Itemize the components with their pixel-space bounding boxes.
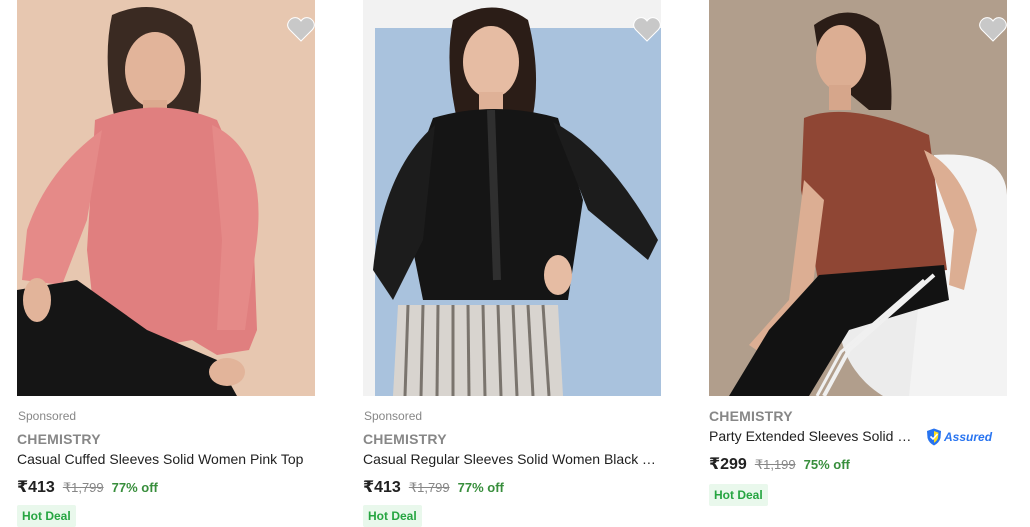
product-card[interactable]: Sponsored CHEMISTRY Casual Regular Sleev… <box>363 0 663 527</box>
original-price: ₹1,799 <box>408 480 450 495</box>
product-title[interactable]: Casual Cuffed Sleeves Solid Women Pink T… <box>17 451 303 467</box>
wishlist-button[interactable] <box>979 16 1007 42</box>
heart-icon <box>287 17 315 42</box>
price-row: ₹413 ₹1,799 77% off <box>17 477 158 497</box>
product-title[interactable]: Casual Regular Sleeves Solid Women Black… <box>363 451 659 467</box>
heart-icon <box>633 17 661 42</box>
selling-price: ₹299 <box>709 456 747 473</box>
product-grid: Sponsored CHEMISTRY Casual Cuffed Sleeve… <box>0 0 1030 527</box>
discount-badge: 77% off <box>457 480 504 495</box>
hot-deal-badge: Hot Deal <box>709 484 768 506</box>
original-price: ₹1,199 <box>754 457 796 472</box>
hot-deal-badge: Hot Deal <box>363 505 422 527</box>
price-row: ₹413 ₹1,799 77% off <box>363 477 504 497</box>
product-image-black-top[interactable] <box>363 0 661 396</box>
hot-deal-badge: Hot Deal <box>17 505 76 527</box>
sponsored-label: Sponsored <box>364 409 423 423</box>
brand-name: CHEMISTRY <box>363 431 447 447</box>
product-card[interactable]: CHEMISTRY Party Extended Sleeves Solid W… <box>709 0 1009 527</box>
assured-shield-icon <box>927 428 941 446</box>
product-image-pink-top[interactable] <box>17 0 315 396</box>
assured-label: Assured <box>944 430 993 444</box>
heart-icon <box>979 17 1007 42</box>
discount-badge: 75% off <box>803 457 850 472</box>
selling-price: ₹413 <box>363 479 401 496</box>
price-row: ₹299 ₹1,199 75% off <box>709 454 850 474</box>
product-title[interactable]: Party Extended Sleeves Solid W... <box>709 428 921 444</box>
product-image-maroon-top[interactable] <box>709 0 1007 396</box>
sponsored-label: Sponsored <box>18 409 77 423</box>
discount-badge: 77% off <box>111 480 158 495</box>
brand-name: CHEMISTRY <box>709 408 793 424</box>
product-card[interactable]: Sponsored CHEMISTRY Casual Cuffed Sleeve… <box>17 0 317 527</box>
assured-badge: Assured <box>926 428 992 446</box>
original-price: ₹1,799 <box>62 480 104 495</box>
wishlist-button[interactable] <box>287 16 315 42</box>
selling-price: ₹413 <box>17 479 55 496</box>
wishlist-button[interactable] <box>633 16 661 42</box>
brand-name: CHEMISTRY <box>17 431 101 447</box>
